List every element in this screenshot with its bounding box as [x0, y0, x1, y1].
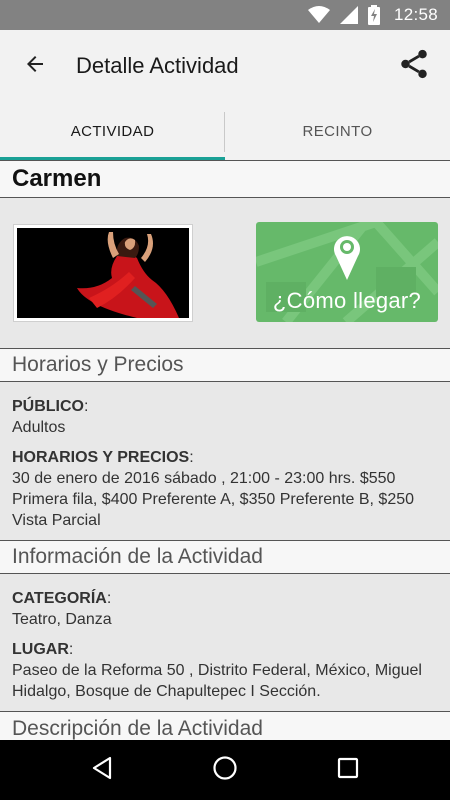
wifi-icon	[307, 6, 330, 24]
battery-charging-icon	[367, 5, 380, 25]
share-button[interactable]	[384, 30, 444, 102]
section-header-description: Descripción de la Actividad	[0, 711, 450, 740]
activity-name: Carmen	[12, 165, 102, 192]
nav-home-button[interactable]	[195, 740, 255, 800]
public-value: Adultos	[12, 419, 66, 436]
section-title: Descripción de la Actividad	[12, 716, 263, 740]
category-label: CATEGORÍA	[12, 590, 107, 607]
tab-bar: ACTIVIDAD RECINTO	[0, 102, 450, 161]
section-title: Horarios y Precios	[12, 353, 184, 376]
hours-value: 30 de enero de 2016 sábado , 21:00 - 23:…	[12, 470, 415, 529]
category-value: Teatro, Danza	[12, 611, 112, 628]
category-field: CATEGORÍA: Teatro, Danza	[12, 590, 112, 628]
directions-label: ¿Cómo llegar?	[272, 288, 422, 313]
public-label: PÚBLICO	[12, 398, 84, 415]
tab-recinto[interactable]: RECINTO	[225, 102, 450, 160]
public-field: PÚBLICO: Adultos	[12, 398, 89, 436]
section-header-schedule: Horarios y Precios	[0, 348, 450, 382]
schedule-block: PÚBLICO: Adultos HORARIOS Y PRECIOS: 30 …	[0, 382, 450, 531]
directions-button[interactable]: ¿Cómo llegar?	[256, 222, 438, 322]
activity-content[interactable]: Carmen ¿Cómo llegar? Horarios y Precios …	[0, 160, 450, 740]
dancer-photo	[17, 228, 189, 318]
map-pin-icon	[332, 232, 362, 287]
place-field: LUGAR: Paseo de la Reforma 50 , Distrito…	[12, 641, 422, 700]
info-block: CATEGORÍA: Teatro, Danza LUGAR: Paseo de…	[0, 574, 450, 702]
activity-name-bar: Carmen	[0, 160, 450, 198]
nav-home-icon	[212, 755, 238, 786]
tab-divider	[224, 112, 225, 152]
app-bar: Detalle Actividad	[0, 30, 450, 102]
arrow-back-icon	[23, 52, 47, 81]
page-title: Detalle Actividad	[76, 53, 239, 78]
share-icon	[397, 47, 431, 86]
navigation-bar	[0, 740, 450, 800]
tab-actividad[interactable]: ACTIVIDAD	[0, 102, 225, 160]
status-bar: 12:58	[0, 0, 450, 30]
nav-back-icon	[91, 756, 113, 785]
section-header-info: Información de la Actividad	[0, 540, 450, 574]
nav-recents-button[interactable]	[318, 740, 378, 800]
back-button[interactable]	[0, 30, 70, 102]
activity-image[interactable]	[13, 224, 193, 322]
hours-field: HORARIOS Y PRECIOS: 30 de enero de 2016 …	[12, 449, 415, 529]
status-time: 12:58	[393, 5, 438, 24]
section-title: Información de la Actividad	[12, 545, 263, 568]
cell-signal-icon	[339, 6, 358, 24]
media-row: ¿Cómo llegar?	[0, 198, 450, 348]
place-label: LUGAR	[12, 641, 69, 658]
nav-recents-icon	[337, 757, 359, 784]
nav-back-button[interactable]	[72, 740, 132, 800]
place-value: Paseo de la Reforma 50 , Distrito Federa…	[12, 662, 422, 700]
hours-label: HORARIOS Y PRECIOS	[12, 449, 190, 466]
